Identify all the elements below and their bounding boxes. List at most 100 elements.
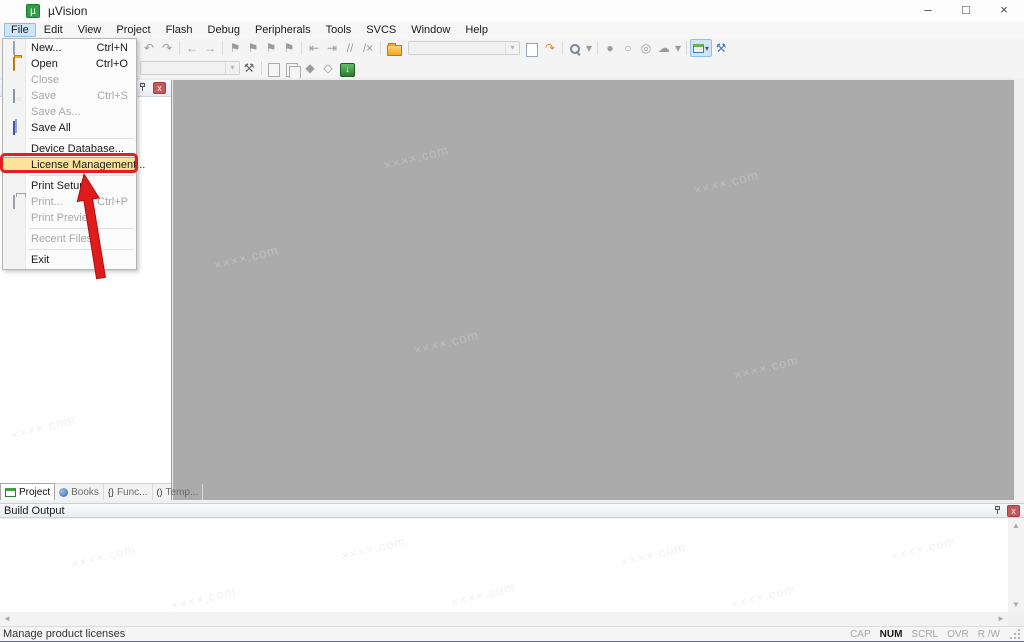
watermark: ××××.com	[412, 327, 480, 358]
chevron-down-icon[interactable]: ▾	[505, 42, 519, 54]
menu-item-label: Close	[31, 74, 59, 86]
menu-view[interactable]: View	[71, 23, 109, 37]
breakpoint-kill-all-icon[interactable]: ☁	[655, 39, 673, 57]
search-icon[interactable]	[568, 42, 582, 56]
vertical-scrollbar[interactable]: ▲ ▼	[1008, 519, 1024, 612]
watermark: ××××.com	[449, 579, 517, 610]
app-logo-icon: µ	[26, 4, 40, 18]
window-layout-icon	[693, 44, 704, 53]
build-toolbar: ▾ ⚒ ◆ ◇ ↓	[0, 58, 1024, 79]
scroll-up-icon[interactable]: ▲	[1009, 519, 1023, 533]
scroll-right-icon[interactable]: ►	[994, 612, 1008, 626]
window-layout-button[interactable]: ▾	[690, 39, 712, 57]
close-button[interactable]: ×	[984, 0, 1024, 22]
build-icon[interactable]	[268, 63, 280, 77]
menu-item-label: Print Preview	[31, 212, 96, 224]
rebuild-icon[interactable]	[286, 63, 298, 77]
batch-build-icon[interactable]: ◇	[319, 59, 337, 77]
tab-templates[interactable]: () Temp...	[153, 484, 204, 500]
menu-item-license-management[interactable]: License Management...	[3, 157, 136, 173]
tab-label: Temp...	[166, 487, 199, 498]
horizontal-scrollbar[interactable]: ◄ ►	[0, 612, 1008, 627]
navigate-back-icon[interactable]: ←	[183, 39, 201, 57]
maximize-button[interactable]: □	[946, 0, 986, 22]
build-output-panel: Build Output x ××××.com ××××.com ××××.co…	[0, 500, 1024, 627]
uvision-window: µ µVision – □ × File Edit View Project F…	[0, 0, 1024, 642]
close-panel-icon[interactable]: x	[153, 82, 166, 94]
translate-icon[interactable]: ◆	[301, 59, 319, 77]
menu-svcs[interactable]: SVCS	[359, 23, 403, 37]
menu-item-label: Exit	[31, 254, 49, 266]
resize-grip[interactable]	[1009, 628, 1021, 640]
bookmark-toggle-icon[interactable]: ⚑	[226, 39, 244, 57]
menu-file[interactable]: File	[4, 23, 36, 37]
bookmark-prev-icon[interactable]: ⚑	[244, 39, 262, 57]
pin-icon[interactable]	[993, 506, 1002, 516]
menu-item-print-preview: Print Preview	[3, 210, 136, 226]
watermark: ××××.com	[212, 242, 280, 273]
menu-item-print-setup[interactable]: Print Setup...	[3, 178, 136, 194]
menu-help[interactable]: Help	[458, 23, 495, 37]
menu-item-new[interactable]: New... Ctrl+N	[3, 40, 136, 56]
menu-item-open[interactable]: Open Ctrl+O	[3, 56, 136, 72]
indicator-rw: R /W	[978, 629, 1000, 640]
tab-project[interactable]: Project	[0, 483, 55, 500]
watermark: ××××.com	[169, 583, 237, 614]
breakpoint-insert-icon[interactable]: ●	[601, 39, 619, 57]
build-output-title: Build Output	[4, 505, 65, 517]
indent-icon[interactable]: ⇥	[323, 39, 341, 57]
find-in-document-icon[interactable]	[526, 43, 538, 57]
tab-books[interactable]: Books	[55, 484, 104, 500]
menu-window[interactable]: Window	[404, 23, 457, 37]
tab-label: Project	[19, 487, 50, 498]
menu-item-device-database[interactable]: Device Database...	[3, 141, 136, 157]
download-icon[interactable]: ↓	[340, 63, 355, 77]
main-toolbar: ↶ ↷ ← → ⚑ ⚑ ⚑ ⚑ ⇤ ⇥ // /× ▾ ↷ ▾ ● ○ ◎ ☁ …	[0, 38, 1024, 59]
menu-flash[interactable]: Flash	[159, 23, 200, 37]
watermark: ××××.com	[692, 167, 760, 198]
indicator-num: NUM	[880, 629, 903, 640]
scroll-down-icon[interactable]: ▼	[1009, 598, 1023, 612]
menu-item-save-all[interactable]: Save All	[3, 120, 136, 136]
configure-wrench-icon[interactable]: ⚒	[712, 39, 730, 57]
bookmark-next-icon[interactable]: ⚑	[262, 39, 280, 57]
search-dropdown-icon[interactable]: ▾	[584, 39, 594, 57]
menu-item-exit[interactable]: Exit	[3, 252, 136, 268]
navigate-forward-icon[interactable]: →	[201, 39, 219, 57]
close-panel-icon[interactable]: x	[1007, 505, 1020, 517]
menu-item-label: License Management...	[31, 159, 145, 171]
breakpoint-dropdown-icon[interactable]: ▾	[673, 39, 683, 57]
find-in-files-icon[interactable]	[387, 45, 402, 56]
bookmark-clear-icon[interactable]: ⚑	[280, 39, 298, 57]
unindent-icon[interactable]: ⇤	[305, 39, 323, 57]
comment-icon[interactable]: //	[341, 39, 359, 57]
breakpoint-disable-all-icon[interactable]: ◎	[637, 39, 655, 57]
target-select-combobox[interactable]: ▾	[140, 61, 240, 75]
menu-peripherals[interactable]: Peripherals	[248, 23, 318, 37]
chevron-down-icon[interactable]: ▾	[225, 62, 239, 74]
menu-debug[interactable]: Debug	[201, 23, 247, 37]
mdi-background: ××××.com ××××.com ××××.com ××××.com ××××…	[173, 80, 1014, 500]
build-output-body[interactable]: ××××.com ××××.com ××××.com ××××.com ××××…	[0, 519, 1008, 612]
menu-edit[interactable]: Edit	[37, 23, 70, 37]
menu-item-save: Save Ctrl+S	[3, 88, 136, 104]
menu-tools[interactable]: Tools	[319, 23, 359, 37]
redo-icon[interactable]: ↷	[158, 39, 176, 57]
scroll-left-icon[interactable]: ◄	[0, 612, 14, 626]
watermark: ××××.com	[339, 533, 407, 564]
uncomment-icon[interactable]: /×	[359, 39, 377, 57]
status-bar: Manage product licenses CAP NUM SCRL OVR…	[0, 626, 1024, 641]
target-options-icon[interactable]: ⚒	[240, 59, 258, 77]
pin-icon[interactable]	[138, 83, 147, 93]
tab-label: Books	[71, 487, 99, 498]
find-combobox[interactable]: ▾	[408, 41, 520, 55]
menu-project[interactable]: Project	[109, 23, 157, 37]
undo-icon[interactable]: ↶	[140, 39, 158, 57]
incremental-find-icon[interactable]: ↷	[541, 39, 559, 57]
menu-item-recent-files: Recent Files	[3, 231, 136, 247]
tab-functions[interactable]: {} Func...	[104, 484, 153, 500]
breakpoint-enable-icon[interactable]: ○	[619, 39, 637, 57]
watermark: ××××.com	[382, 142, 450, 173]
chevron-down-icon: ▾	[705, 44, 709, 53]
minimize-button[interactable]: –	[908, 0, 948, 22]
